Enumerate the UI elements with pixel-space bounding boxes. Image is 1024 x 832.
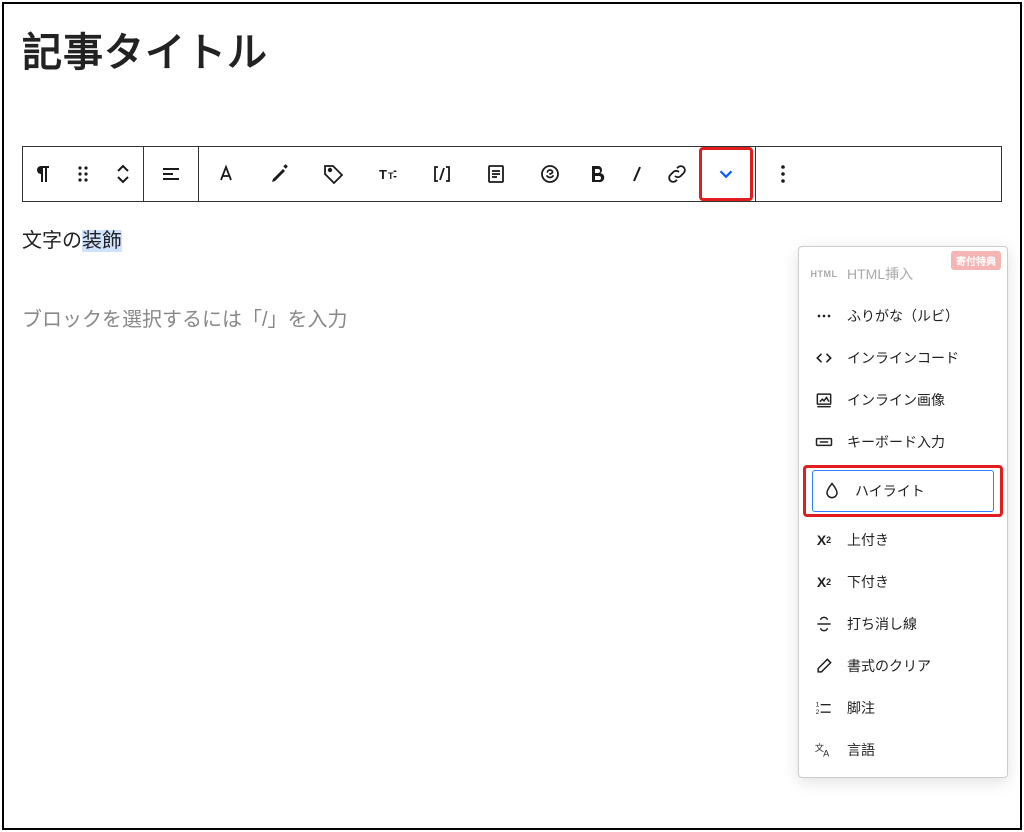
dropdown-item-language[interactable]: 文A 言語	[799, 729, 1007, 771]
shortcode-icon[interactable]	[415, 147, 469, 201]
dropdown-item-strikethrough[interactable]: 打ち消し線	[799, 603, 1007, 645]
align-icon[interactable]	[144, 147, 198, 201]
tag-icon[interactable]	[307, 147, 361, 201]
dropdown-item-code[interactable]: インラインコード	[799, 337, 1007, 379]
text-color-icon[interactable]	[199, 147, 253, 201]
badge-icon[interactable]	[523, 147, 577, 201]
more-tools-highlight-box	[699, 147, 753, 201]
dropdown-item-image[interactable]: インライン画像	[799, 379, 1007, 421]
dropdown-item-html[interactable]: HTML HTML挿入	[799, 253, 1007, 295]
page-title[interactable]: 記事タイトル	[4, 4, 1020, 86]
italic-icon[interactable]	[617, 147, 657, 201]
dropdown-item-subscript[interactable]: X2 下付き	[799, 561, 1007, 603]
dropdown-item-highlight[interactable]: ハイライト	[812, 470, 994, 512]
paragraph-icon[interactable]	[23, 147, 63, 201]
droplet-icon	[821, 480, 843, 502]
ruby-icon	[813, 305, 835, 327]
superscript-icon: X2	[813, 529, 835, 551]
strikethrough-icon	[813, 613, 835, 635]
svg-text:1: 1	[816, 701, 820, 708]
dropdown-item-label: インライン画像	[847, 390, 945, 410]
dropdown-item-label: HTML挿入	[847, 264, 913, 284]
dropdown-item-label: ふりがな（ルビ）	[847, 306, 959, 326]
dropdown-item-footnote[interactable]: 12 脚注	[799, 687, 1007, 729]
drag-handle-icon[interactable]	[63, 147, 103, 201]
image-icon	[813, 389, 835, 411]
bold-icon[interactable]	[577, 147, 617, 201]
dropdown-item-label: インラインコード	[847, 348, 959, 368]
html-icon: HTML	[813, 263, 835, 285]
code-icon	[813, 347, 835, 369]
footnote-icon: 12	[813, 697, 835, 719]
highlight-option-highlight-box: ハイライト	[803, 465, 1003, 517]
dropdown-item-superscript[interactable]: X2 上付き	[799, 519, 1007, 561]
dropdown-item-label: 書式のクリア	[847, 656, 931, 676]
dropdown-item-label: 打ち消し線	[847, 614, 917, 634]
block-toolbar-wrap: TT	[22, 146, 1002, 202]
dropdown-item-label: 言語	[847, 740, 875, 760]
dropdown-item-label: キーボード入力	[847, 432, 945, 452]
subscript-icon: X2	[813, 571, 835, 593]
more-rich-text-dropdown: 寄付特典 HTML HTML挿入 ふりがな（ルビ） インラインコード インライン…	[798, 246, 1008, 778]
content-text-selected: 装飾	[82, 230, 122, 252]
svg-text:T: T	[379, 167, 387, 182]
dropdown-item-label: 上付き	[847, 530, 889, 550]
dropdown-item-ruby[interactable]: ふりがな（ルビ）	[799, 295, 1007, 337]
dropdown-item-clear-format[interactable]: 書式のクリア	[799, 645, 1007, 687]
block-toolbar: TT	[22, 146, 1002, 202]
svg-text:2: 2	[816, 709, 820, 716]
dropdown-item-label: 下付き	[847, 572, 889, 592]
font-size-icon[interactable]: TT	[361, 147, 415, 201]
content-text-prefix: 文字の	[22, 230, 82, 252]
language-icon: 文A	[813, 739, 835, 761]
eraser-icon	[813, 655, 835, 677]
keyboard-icon	[813, 431, 835, 453]
editor-frame: 記事タイトル	[2, 2, 1022, 830]
move-up-down-icon[interactable]	[103, 147, 143, 201]
dropdown-item-label: ハイライト	[855, 481, 925, 501]
note-icon[interactable]	[469, 147, 523, 201]
options-icon[interactable]	[756, 147, 810, 201]
dropdown-item-label: 脚注	[847, 698, 875, 718]
svg-text:A: A	[823, 749, 830, 759]
marker-icon[interactable]	[253, 147, 307, 201]
dropdown-item-keyboard[interactable]: キーボード入力	[799, 421, 1007, 463]
link-icon[interactable]	[657, 147, 697, 201]
chevron-down-icon[interactable]	[702, 150, 750, 198]
